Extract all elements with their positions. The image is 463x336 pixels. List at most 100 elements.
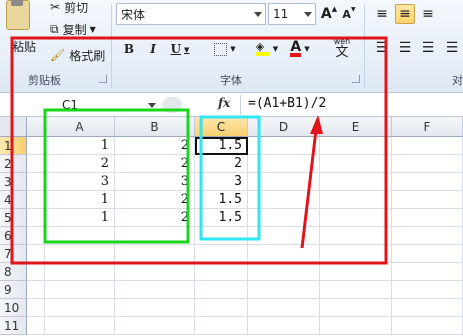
cell-A4[interactable]: 1 (45, 191, 115, 209)
cell-A7[interactable] (45, 245, 115, 263)
cell-F10[interactable] (392, 299, 463, 317)
cell-B11[interactable] (115, 317, 195, 335)
cell-F7[interactable] (392, 245, 463, 263)
cell-A11[interactable] (45, 317, 115, 335)
cell-E11[interactable] (320, 317, 392, 335)
column-header-spacer[interactable] (27, 117, 45, 137)
row-header-3[interactable]: 3 (0, 173, 27, 191)
cell-E1[interactable] (320, 137, 392, 155)
column-header-F[interactable]: F (392, 117, 463, 137)
cell-F6[interactable] (392, 227, 463, 245)
borders-button[interactable]: ▼ (211, 40, 239, 58)
cell-D5[interactable] (248, 209, 320, 227)
cell-B10[interactable] (115, 299, 195, 317)
cell-D9[interactable] (248, 281, 320, 299)
grid-cell[interactable] (27, 209, 45, 227)
cell-C9[interactable] (195, 281, 248, 299)
column-header-A[interactable]: A (45, 117, 115, 137)
grid-cell[interactable] (27, 191, 45, 209)
cell-C5[interactable]: 1.5 (195, 209, 248, 227)
cell-F5[interactable] (392, 209, 463, 227)
grid-cell[interactable] (27, 137, 45, 155)
grid-cell[interactable] (27, 281, 45, 299)
paste-button[interactable]: 粘贴 (4, 0, 40, 60)
cell-C10[interactable] (195, 299, 248, 317)
column-header-D[interactable]: D (248, 117, 320, 137)
name-box-splitter[interactable] (162, 97, 182, 113)
align-right-button[interactable]: ☰ (418, 38, 438, 58)
cell-B4[interactable]: 2 (115, 191, 195, 209)
align-bottom-button[interactable]: ≡ (418, 4, 438, 24)
cell-D2[interactable] (248, 155, 320, 173)
cell-C1[interactable]: 1.5 (195, 137, 248, 155)
clipboard-launcher-icon[interactable] (99, 75, 107, 83)
format-painter-button[interactable]: 🖌 格式刷 (50, 45, 105, 65)
cell-D4[interactable] (248, 191, 320, 209)
grid-cell[interactable] (27, 299, 45, 317)
grid-cell[interactable] (27, 245, 45, 263)
row-header-4[interactable]: 4 (0, 191, 27, 209)
cell-A3[interactable]: 3 (45, 173, 115, 191)
cell-B3[interactable]: 3 (115, 173, 195, 191)
phonetic-button[interactable]: wén 文 (328, 36, 356, 60)
grow-font-button[interactable]: A ▲ (320, 5, 338, 23)
cell-A6[interactable] (45, 227, 115, 245)
worksheet-grid[interactable]: A B C D E F 1 1 2 1.5 2 2 2 2 3 3 3 3 4 1 2 1.5 5 1 2 1.5 6 7 8 9 10 11 (0, 117, 463, 336)
copy-button[interactable]: ⧉ 复制 ▼ (50, 20, 96, 38)
cell-E7[interactable] (320, 245, 392, 263)
bold-button[interactable]: B (120, 40, 138, 58)
cell-C8[interactable] (195, 263, 248, 281)
cell-C11[interactable] (195, 317, 248, 335)
cell-D8[interactable] (248, 263, 320, 281)
cell-D3[interactable] (248, 173, 320, 191)
cell-F8[interactable] (392, 263, 463, 281)
cell-A1[interactable]: 1 (45, 137, 115, 155)
row-header-6[interactable]: 6 (0, 227, 27, 245)
cell-B2[interactable]: 2 (115, 155, 195, 173)
grid-cell[interactable] (27, 227, 45, 245)
cell-F11[interactable] (392, 317, 463, 335)
row-header-8[interactable]: 8 (0, 263, 27, 281)
grid-cell[interactable] (27, 173, 45, 191)
grid-cell[interactable] (27, 317, 45, 335)
cell-C4[interactable]: 1.5 (195, 191, 248, 209)
align-top-button[interactable]: ≡ (372, 4, 392, 24)
grid-cell[interactable] (27, 155, 45, 173)
cell-E3[interactable] (320, 173, 392, 191)
column-header-C[interactable]: C (195, 117, 248, 137)
cell-B8[interactable] (115, 263, 195, 281)
row-header-10[interactable]: 10 (0, 299, 27, 317)
font-color-button[interactable]: A ▼ (286, 40, 314, 58)
cell-D1[interactable] (248, 137, 320, 155)
font-launcher-icon[interactable] (352, 75, 360, 83)
cell-E2[interactable] (320, 155, 392, 173)
cell-A5[interactable]: 1 (45, 209, 115, 227)
cell-F9[interactable] (392, 281, 463, 299)
row-header-11[interactable]: 11 (0, 317, 27, 335)
cell-C2[interactable]: 2 (195, 155, 248, 173)
cell-A8[interactable] (45, 263, 115, 281)
underline-button[interactable]: U ▼ (167, 40, 193, 58)
fill-color-button[interactable]: ◈ ▼ (253, 40, 281, 58)
cell-B1[interactable]: 2 (115, 137, 195, 155)
cell-E4[interactable] (320, 191, 392, 209)
cell-B9[interactable] (115, 281, 195, 299)
cell-A2[interactable]: 2 (45, 155, 115, 173)
align-middle-button[interactable]: ≡ (395, 4, 415, 24)
indent-button[interactable]: ☰ (442, 38, 462, 58)
italic-button[interactable]: I (144, 40, 162, 58)
align-center-button[interactable]: ☰ (395, 38, 415, 58)
cell-E6[interactable] (320, 227, 392, 245)
cell-D11[interactable] (248, 317, 320, 335)
column-header-E[interactable]: E (320, 117, 392, 137)
insert-function-icon[interactable]: fx (218, 96, 230, 110)
cell-D10[interactable] (248, 299, 320, 317)
shrink-font-button[interactable]: A ▼ (341, 6, 357, 22)
cell-A10[interactable] (45, 299, 115, 317)
cell-F1[interactable] (392, 137, 463, 155)
cell-D7[interactable] (248, 245, 320, 263)
cell-C7[interactable] (195, 245, 248, 263)
name-box[interactable]: C1 (40, 96, 158, 114)
cell-F4[interactable] (392, 191, 463, 209)
cut-button[interactable]: ✂ 剪切 (50, 0, 88, 15)
